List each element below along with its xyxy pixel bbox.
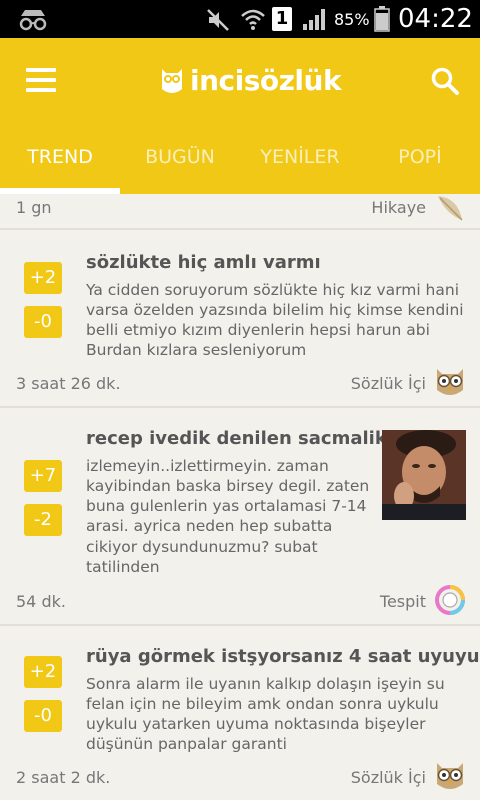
mute-icon	[207, 9, 229, 31]
entry-title[interactable]: recep ivedik denilen sacmalik	[86, 428, 387, 449]
entry-category: Tespit	[379, 592, 426, 611]
feather-icon	[438, 196, 463, 221]
entry-time: 1 gn	[16, 198, 52, 217]
downvote-button[interactable]: -0	[24, 306, 62, 338]
entry-time: 3 saat 26 dk.	[16, 374, 121, 393]
menu-button[interactable]	[26, 68, 56, 92]
battery-icon	[374, 6, 390, 32]
entry-thumbnail[interactable]	[382, 430, 466, 520]
entry-category: Hikaye	[371, 198, 426, 217]
sim-indicator: 1	[272, 7, 292, 31]
entry-time: 2 saat 2 dk.	[16, 768, 111, 787]
tab-bar: TREND BUGÜN YENİLER POPİ	[0, 138, 480, 194]
entry-time: 54 dk.	[16, 592, 66, 611]
entry-category: Sözlük İçi	[350, 374, 426, 393]
person-photo-image	[382, 430, 466, 520]
tab-popi[interactable]: POPİ	[360, 146, 480, 194]
status-bar: 1 85% 04:22	[0, 0, 480, 38]
list-item[interactable]: +2 -0 rüya görmek istşyorsanız 4 saat uy…	[0, 626, 480, 800]
menu-icon	[26, 68, 56, 72]
battery-percent: 85%	[334, 10, 370, 29]
clock: 04:22	[398, 4, 473, 34]
entry-body: Ya cidden soruyorum sözlükte hiç kız var…	[86, 281, 464, 360]
app-logo: incisözlük	[160, 63, 342, 97]
list-item-partial[interactable]: 1 gn Hikaye	[0, 194, 480, 230]
upvote-button[interactable]: +7	[24, 460, 62, 492]
search-icon[interactable]	[430, 66, 460, 96]
owl-category-icon	[437, 763, 463, 789]
entry-body: Sonra alarm ile uyanın kalkıp dolaşın iş…	[86, 675, 445, 754]
tab-yeniler[interactable]: YENİLER	[240, 146, 360, 194]
entry-title[interactable]: rüya görmek istşyorsanız 4 saat uyuyun	[86, 646, 480, 667]
list-item[interactable]: +2 -0 sözlükte hiç amlı varmı Ya cidden …	[0, 232, 480, 408]
entry-title[interactable]: sözlükte hiç amlı varmı	[86, 252, 321, 273]
incognito-icon	[19, 10, 47, 31]
list-item[interactable]: +7 -2 recep ivedik denilen sacmalik izle…	[0, 408, 480, 626]
upvote-button[interactable]: +2	[24, 262, 62, 294]
wifi-icon	[241, 9, 265, 30]
tab-trend[interactable]: TREND	[0, 146, 120, 194]
entry-category: Sözlük İçi	[350, 768, 426, 787]
tab-bugun[interactable]: BUGÜN	[120, 146, 240, 194]
app-title: incisözlük	[190, 63, 342, 97]
owl-logo-icon	[162, 69, 182, 93]
entry-body: izlemeyin..izlettirmeyin. zaman kayibind…	[86, 457, 370, 576]
downvote-button[interactable]: -2	[24, 504, 62, 536]
upvote-button[interactable]: +2	[24, 656, 62, 688]
signal-icon	[303, 9, 325, 30]
owl-category-icon	[437, 369, 463, 395]
downvote-button[interactable]: -0	[24, 700, 62, 732]
tespit-category-icon	[435, 585, 465, 615]
